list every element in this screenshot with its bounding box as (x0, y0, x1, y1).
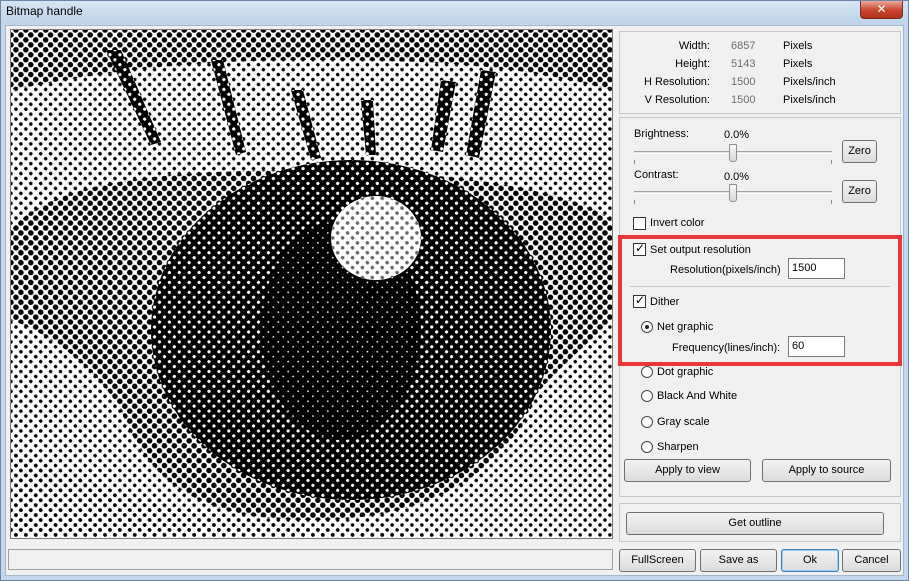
close-button[interactable]: ✕ (860, 1, 903, 19)
brightness-tick-right (831, 160, 832, 164)
apply-to-source-button[interactable]: Apply to source (762, 459, 891, 482)
ok-button[interactable]: Ok (781, 549, 839, 572)
brightness-tick-left (634, 160, 635, 164)
checkmark-icon: ✓ (635, 293, 646, 307)
black-and-white-label: Black And White (657, 390, 738, 402)
brightness-label: Brightness: (634, 128, 690, 140)
invert-color-label: Invert color (650, 217, 705, 229)
info-row-height: Height: 5143 Pixels (675, 58, 813, 70)
adjustments-panel: Brightness: 0.0% Zero Contrast: 0.0% Zer… (619, 117, 901, 497)
status-bar (8, 549, 613, 570)
brightness-slider-thumb[interactable] (729, 144, 737, 162)
contrast-tick-left (634, 200, 635, 204)
window-title: Bitmap handle (6, 4, 83, 18)
brightness-value: 0.0% (724, 129, 750, 141)
save-as-button[interactable]: Save as (700, 549, 777, 572)
info-row-v-resolution: V Resolution: 1500 Pixels/inch (644, 94, 836, 106)
sharpen-label: Sharpen (657, 441, 699, 453)
contrast-value: 0.0% (724, 171, 750, 183)
fullscreen-button[interactable]: FullScreen (619, 549, 696, 572)
halftone-preview-image (10, 29, 613, 539)
radio-gray-scale[interactable] (641, 416, 653, 428)
contrast-slider-thumb[interactable] (729, 184, 737, 202)
outline-panel: Get outline (619, 503, 901, 542)
apply-to-view-button[interactable]: Apply to view (624, 459, 751, 482)
cancel-button[interactable]: Cancel (842, 549, 901, 572)
title-bar: Bitmap handle ✕ (1, 1, 908, 23)
checkmark-icon: ✓ (635, 241, 646, 255)
contrast-zero-button[interactable]: Zero (842, 180, 877, 203)
info-row-width: Width: 6857 Pixels (678, 40, 813, 52)
set-output-resolution-label: Set output resolution (650, 244, 751, 256)
bitmap-handle-window: Bitmap handle ✕ Width: 6857 Pixels Heigh… (0, 0, 909, 581)
info-row-h-resolution: H Resolution: 1500 Pixels/inch (643, 76, 836, 88)
radio-sharpen[interactable] (641, 441, 653, 453)
resolution-input[interactable]: 1500 (788, 258, 845, 279)
frequency-label: Frequency(lines/inch): (672, 342, 781, 354)
set-output-resolution-checkbox[interactable]: ✓ (633, 241, 646, 256)
radio-net-graphic[interactable] (641, 321, 653, 333)
contrast-label: Contrast: (634, 169, 679, 181)
image-info-panel: Width: 6857 Pixels Height: 5143 Pixels H… (619, 31, 901, 114)
net-graphic-label: Net graphic (657, 321, 714, 333)
section-divider (630, 286, 890, 287)
gray-scale-label: Gray scale (657, 416, 710, 428)
radio-dot-graphic[interactable] (641, 366, 653, 378)
dither-checkbox[interactable]: ✓ (633, 293, 646, 308)
resolution-field-label: Resolution(pixels/inch) (670, 264, 781, 276)
invert-color-checkbox[interactable] (633, 217, 646, 230)
dither-label: Dither (650, 296, 680, 308)
dot-graphic-label: Dot graphic (657, 366, 714, 378)
radio-black-and-white[interactable] (641, 390, 653, 402)
brightness-zero-button[interactable]: Zero (842, 140, 877, 163)
get-outline-button[interactable]: Get outline (626, 512, 884, 535)
contrast-tick-right (831, 200, 832, 204)
dialog-client-area: Width: 6857 Pixels Height: 5143 Pixels H… (5, 25, 904, 576)
frequency-input[interactable]: 60 (788, 336, 845, 357)
radio-dot-icon (645, 325, 649, 329)
